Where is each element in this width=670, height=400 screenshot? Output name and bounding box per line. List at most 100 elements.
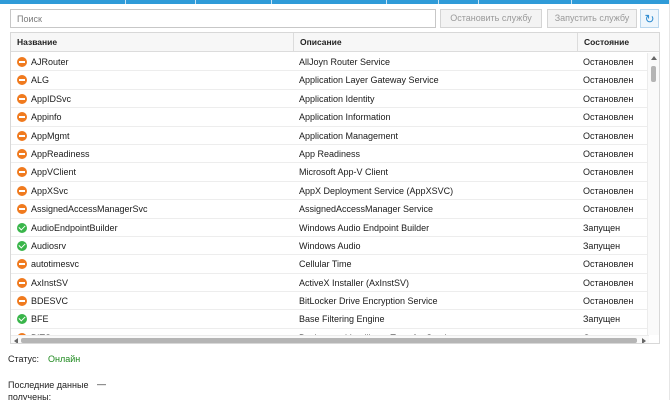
service-state: Остановлен [583, 130, 634, 141]
status-label: Статус: [8, 354, 39, 364]
scroll-left-icon[interactable] [14, 338, 18, 343]
service-name-cell: AxInstSV [11, 274, 293, 292]
running-status-icon [17, 222, 27, 233]
stop-service-button[interactable]: Остановить службу [440, 9, 542, 28]
tab-segment [272, 0, 387, 4]
stopped-status-icon [17, 277, 27, 288]
stopped-status-icon [17, 57, 27, 67]
search-input[interactable] [10, 9, 436, 28]
stopped-status-icon [17, 259, 27, 270]
service-name-cell: BDESVC [11, 292, 293, 310]
last-data-label: Последние данные получены: [8, 380, 89, 400]
table-row[interactable]: Appinfo Application Information Остановлен [11, 108, 649, 127]
service-name: Audiosrv [31, 240, 67, 251]
service-description: ActiveX Installer (AxInstSV) [299, 277, 410, 288]
service-name: AppIDSvc [31, 93, 72, 104]
stopped-status-icon [17, 75, 27, 86]
table-row[interactable]: ALG Application Layer Gateway Service Оста… [11, 71, 649, 90]
service-description: App Readiness [299, 148, 361, 159]
table-row[interactable]: AJRouter AllJoyn Router Service Остановлен [11, 53, 649, 72]
service-name-cell: AudioEndpointBuilder [11, 219, 293, 237]
service-state: Остановлен [583, 277, 634, 288]
table-row[interactable]: BFE Base Filtering Engine Запущен [11, 310, 649, 329]
horizontal-scrollbar[interactable] [11, 335, 649, 343]
service-name-cell: AssignedAccessManagerSvc [11, 200, 293, 218]
column-header-description[interactable]: Описание [293, 33, 577, 52]
table-row[interactable]: AxInstSV ActiveX Installer (AxInstSV) Оста… [11, 274, 649, 293]
services-table: Название Описание Состояние AJRouter AllJ… [10, 32, 660, 344]
service-name: AppReadiness [31, 148, 90, 159]
vertical-scrollbar[interactable] [647, 53, 659, 335]
service-description: AssignedAccessManager Service [299, 204, 434, 215]
scroll-thumb[interactable] [21, 338, 637, 343]
tab-segment [479, 0, 572, 4]
column-header-state[interactable]: Состояние [577, 33, 659, 52]
service-state: Остановлен [583, 204, 634, 215]
tab-segment [387, 0, 439, 4]
tab-segment [439, 0, 479, 4]
service-description: Application Layer Gateway Service [299, 75, 439, 86]
running-status-icon [17, 314, 27, 325]
service-description: Windows Audio Endpoint Builder [299, 222, 430, 233]
scroll-up-icon[interactable] [651, 56, 657, 60]
service-state: Остановлен [583, 75, 634, 86]
service-name-cell: AppMgmt [11, 127, 293, 145]
service-name: BFE [31, 314, 49, 325]
table-row[interactable]: AudioEndpointBuilder Windows Audio Endpoi… [11, 219, 649, 237]
service-description: Base Filtering Engine [299, 314, 385, 325]
service-state: Запущен [583, 222, 621, 233]
table-row[interactable]: AssignedAccessManagerSvc AssignedAccessMa… [11, 200, 649, 219]
table-row[interactable]: BDESVC BitLocker Drive Encryption Service… [11, 292, 649, 311]
service-state: Остановлен [583, 167, 634, 178]
table-row[interactable]: AppReadiness App Readiness Остановлен [11, 145, 649, 164]
service-name-cell: autotimesvc [11, 255, 293, 273]
table-row[interactable]: Audiosrv Windows Audio Запущен [11, 237, 649, 256]
service-state: Запущен [583, 240, 621, 251]
stopped-status-icon [17, 93, 27, 104]
table-row[interactable]: AppXSvc AppX Deployment Service (AppXSVC)… [11, 182, 649, 201]
status-line: Статус: Онлайн [8, 354, 80, 364]
service-name: AJRouter [31, 57, 69, 67]
service-state: Остановлен [583, 296, 634, 307]
service-state: Остановлен [583, 93, 634, 104]
service-state: Запущен [583, 314, 621, 325]
service-name: Appinfo [31, 112, 62, 123]
column-header-name[interactable]: Название [11, 33, 293, 52]
tab-segment [196, 0, 272, 4]
service-description: Application Management [299, 130, 399, 141]
service-name-cell: AppReadiness [11, 145, 293, 163]
table-row[interactable]: AppMgmt Application Management Остановлен [11, 127, 649, 145]
scroll-thumb[interactable] [651, 66, 656, 82]
stopped-status-icon [17, 296, 27, 307]
service-description: AllJoyn Router Service [299, 57, 391, 67]
service-name: ALG [31, 75, 50, 86]
stopped-status-icon [17, 185, 27, 196]
service-name: AudioEndpointBuilder [31, 222, 118, 233]
table-row[interactable]: AppIDSvc Application Identity Остановлен [11, 90, 649, 109]
service-description: AppX Deployment Service (AppXSVC) [299, 185, 454, 196]
service-name: AppMgmt [31, 130, 70, 141]
stopped-status-icon [17, 112, 27, 123]
table-header: Название Описание Состояние [11, 33, 659, 52]
service-name-cell: AJRouter [11, 53, 293, 71]
service-description: Cellular Time [299, 259, 352, 270]
service-name: autotimesvc [31, 259, 80, 270]
table-row[interactable]: autotimesvc Cellular Time Остановлен [11, 255, 649, 274]
services-toolbar: Остановить службу Запустить службу ↻ [10, 8, 660, 30]
status-value: Онлайн [48, 354, 81, 364]
service-description: Microsoft App-V Client [299, 167, 389, 178]
service-name-cell: ALG [11, 71, 293, 89]
scroll-right-icon[interactable] [642, 338, 646, 343]
stopped-status-icon [17, 204, 27, 215]
service-name: AppVClient [31, 167, 77, 178]
tab-segment [0, 0, 126, 4]
service-state: Остановлен [583, 185, 634, 196]
running-status-icon [17, 240, 27, 251]
service-description: Windows Audio [299, 240, 361, 251]
refresh-button[interactable]: ↻ [640, 9, 659, 28]
service-state: Остановлен [583, 259, 634, 270]
start-service-button[interactable]: Запустить службу [547, 9, 637, 28]
service-state: Остановлен [583, 112, 634, 123]
service-state: Остановлен [583, 57, 634, 67]
table-row[interactable]: AppVClient Microsoft App-V Client Остановл… [11, 163, 649, 182]
